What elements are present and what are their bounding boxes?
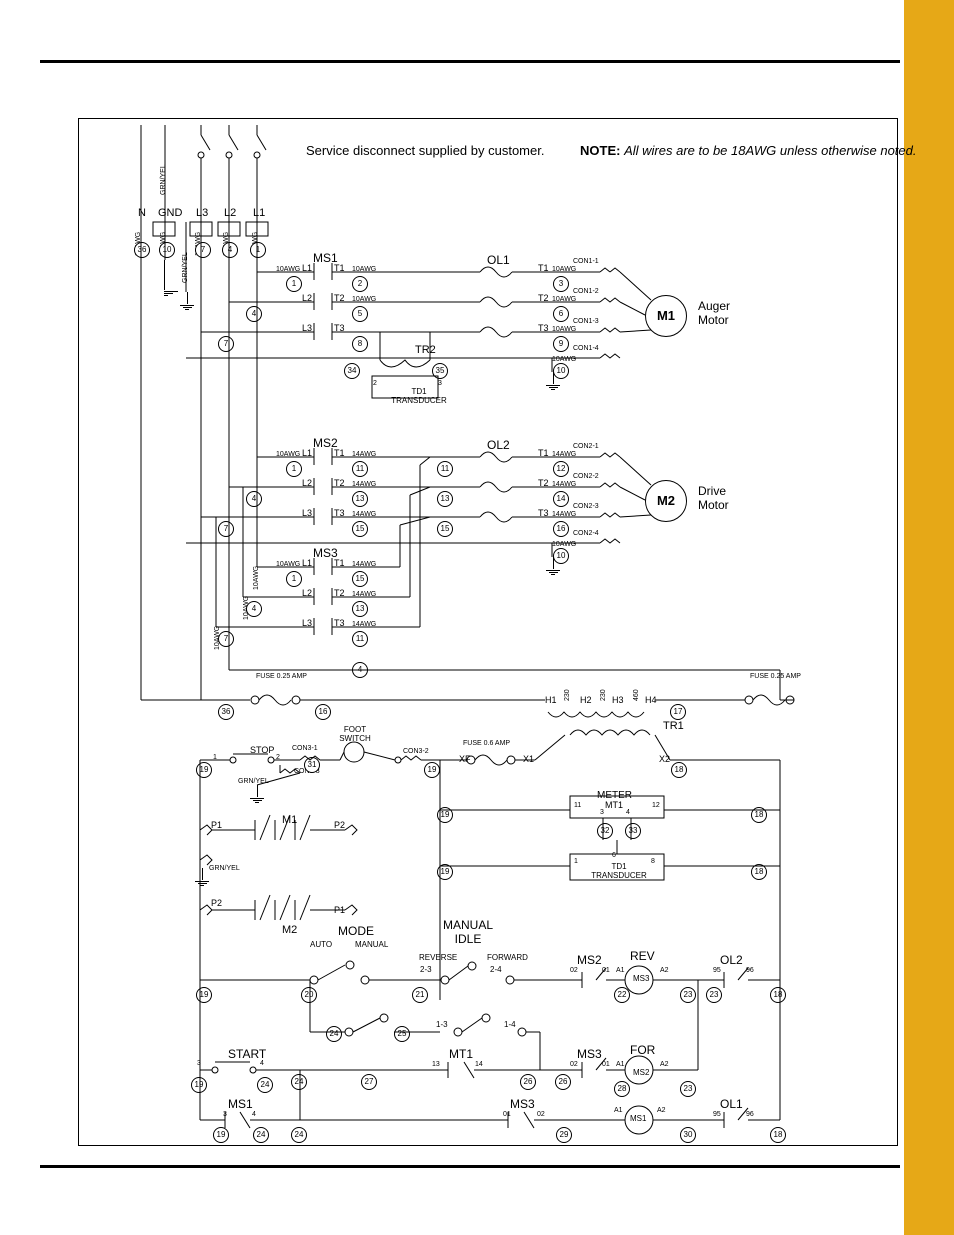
- schematic-lines: [0, 0, 954, 1235]
